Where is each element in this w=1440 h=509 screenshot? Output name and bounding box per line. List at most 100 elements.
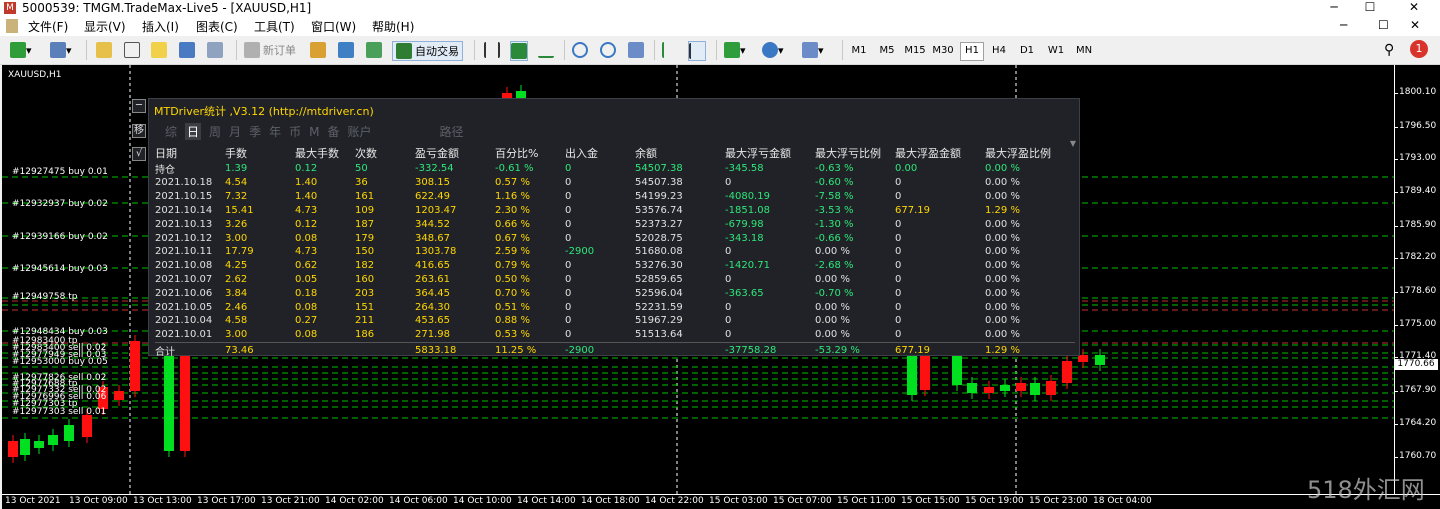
panel-tab[interactable]: 日 [185,123,202,140]
watermark: 518外汇网 [1307,476,1425,504]
panel-tab[interactable]: 备 [327,123,339,140]
stats-cell: -679.98 [725,218,764,230]
stats-holding-row: 持仓 1.39 0.12 50 -332.54 -0.61 % 0 54507.38 -345.… [155,161,1075,176]
candle-body [114,391,124,400]
stats-cell: 0 [895,177,902,189]
stats-cell: 0 [895,315,902,327]
child-minimize-button[interactable]: ─ [1340,18,1347,32]
panel-tab[interactable]: 周 [209,123,221,140]
stats-cell: 0.00 % [985,273,1020,285]
new-order-button[interactable]: 新订单 [244,41,296,59]
stats-cell: 0 [565,191,572,203]
maximize-button[interactable]: ☐ [1352,0,1388,17]
timeframe-m1[interactable]: M1 [848,42,870,59]
panel-tab[interactable]: M [309,125,319,139]
stats-cell: 0.88 % [495,315,530,327]
stats-cell: 453.65 [415,315,450,327]
order-label: #12953000 buy 0.05 [12,357,108,367]
metaeditor-button[interactable] [310,41,326,59]
market-button[interactable] [366,41,382,59]
new-chart-button[interactable]: ▾ [10,41,32,59]
stats-cell: 0.66 % [495,218,530,230]
notifications-button[interactable]: 1 [1410,39,1434,59]
stats-cell: 3.84 [225,287,248,299]
bar-chart-button[interactable] [484,41,500,59]
panel-check-button[interactable]: √ [132,147,146,161]
data-window-button[interactable] [124,41,140,59]
menu-view[interactable]: 显示(V) [84,18,126,35]
time-axis-label: 15 Oct 23:00 [1029,496,1088,506]
panel-tab[interactable]: 年 [269,123,281,140]
stats-cell: 0 [565,204,572,216]
line-chart-button[interactable] [538,41,554,59]
periods-button[interactable]: ▾ [762,41,784,59]
panel-tab[interactable]: 币 [289,123,301,140]
chart-shift-button[interactable] [688,41,706,61]
timeframe-m15[interactable]: M15 [902,42,928,59]
timeframe-d1[interactable]: D1 [1016,42,1038,59]
stats-cell: 4.54 [225,177,248,189]
menu-insert[interactable]: 插入(I) [142,18,179,35]
candlestick-button[interactable] [510,41,528,61]
terminal-button[interactable] [179,41,195,59]
navigator-button[interactable] [151,41,167,59]
panel-tab[interactable]: 综 [165,123,177,140]
menu-file[interactable]: 文件(F) [28,18,68,35]
autoscroll-icon [662,42,678,58]
panel-tab[interactable]: 路径 [440,123,464,140]
menu-tools[interactable]: 工具(T) [254,18,295,35]
tester-icon [207,42,223,58]
autoscroll-button[interactable] [662,41,678,59]
candle-body [1046,381,1056,395]
scroll-down-icon[interactable]: ▼ [1070,139,1076,148]
price-tick [1395,192,1398,193]
menu-help[interactable]: 帮助(H) [372,18,414,35]
indicators-button[interactable]: ▾ [724,41,746,59]
panel-tab[interactable]: 月 [229,123,241,140]
timeframe-w1[interactable]: W1 [1044,42,1068,59]
search-icon: ⚲ [1384,42,1395,58]
strategy-tester-button[interactable] [207,41,223,59]
minimize-button[interactable]: ─ [1316,0,1352,17]
templates-button[interactable]: ▾ [802,41,824,59]
menu-window[interactable]: 窗口(W) [311,18,356,35]
timeframe-mn[interactable]: MN [1072,42,1096,59]
search-button[interactable]: ⚲ [1384,41,1394,59]
panel-minimize-button[interactable]: ─ [132,99,146,113]
stats-cell: 2.59 % [495,246,530,258]
close-button[interactable]: ✕ [1396,0,1432,17]
stats-cell: -332.54 [415,163,454,174]
price-axis-label: 1760.70 [1399,451,1437,461]
auto-trading-button[interactable]: 自动交易 [392,41,463,61]
child-close-button[interactable]: ✕ [1410,18,1420,32]
stats-cell: 0.51 % [495,301,530,313]
tile-icon [628,42,644,58]
stats-cell: 0 [895,246,902,258]
market-watch-button[interactable] [96,41,112,59]
mtdriver-stats-panel: MTDriver统计 ,V3.12 (http://mtdriver.cn) 综… [148,98,1080,358]
signals-button[interactable] [338,41,354,59]
stats-row: 2021.10.12 3.00 0.08 179 348.67 0.67 % 0 52028.… [155,231,1075,245]
stats-row: 2021.10.07 2.62 0.05 160 263.61 0.50 % 0 52859.… [155,273,1075,287]
menu-charts[interactable]: 图表(C) [196,18,238,35]
profiles-button[interactable]: ▾ [50,41,72,59]
stats-row: 2021.10.14 15.41 4.73 109 1203.47 2.30 % 0 5357… [155,204,1075,218]
zoom-out-button[interactable] [600,41,616,59]
tile-windows-button[interactable] [628,41,644,59]
stats-cell: -7.58 % [815,191,854,203]
timeframe-m5[interactable]: M5 [876,42,898,59]
stats-header-cell: 出入金 [565,147,598,160]
stats-row: 2021.10.04 4.58 0.27 211 453.65 0.88 % 0 51967.… [155,314,1075,328]
panel-tab[interactable]: 账户 [347,123,371,140]
stats-cell: 348.67 [415,232,450,244]
timeframe-h1[interactable]: H1 [960,42,984,61]
zoom-in-button[interactable] [572,41,588,59]
child-restore-button[interactable]: ☐ [1378,18,1389,32]
stats-cell: 1.29 % [985,341,1075,358]
stats-cell: -37758.28 [725,341,815,358]
timeframe-h4[interactable]: H4 [988,42,1010,59]
timeframe-m30[interactable]: M30 [930,42,956,59]
panel-tab[interactable]: 季 [249,123,261,140]
panel-move-button[interactable]: 移 [132,124,146,138]
stats-cell: 0 [725,246,732,258]
